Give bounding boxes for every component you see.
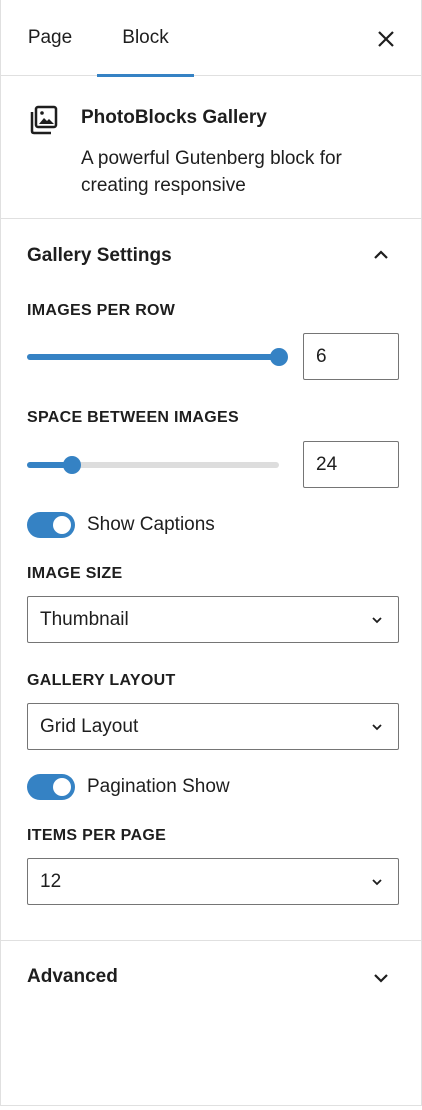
section-divider: [1, 940, 421, 941]
gallery-layout-value: Grid Layout: [40, 715, 139, 737]
gallery-settings-title[interactable]: Gallery Settings: [27, 245, 172, 267]
gallery-layout-select[interactable]: Grid Layout: [27, 703, 399, 750]
chevron-down-icon: [372, 617, 382, 624]
pagination-label: Pagination Show: [87, 776, 230, 797]
chevron-up-icon: [374, 250, 388, 259]
images-per-row-slider[interactable]: [27, 348, 288, 366]
slider-thumb[interactable]: [270, 348, 288, 366]
chevron-down-icon: [372, 724, 382, 731]
show-captions-label: Show Captions: [87, 514, 215, 535]
tab-block[interactable]: Block: [97, 0, 194, 77]
gallery-settings-toggle[interactable]: [369, 243, 393, 267]
gallery-layout-label: GALLERY LAYOUT: [27, 672, 176, 689]
images-per-row-input[interactable]: 6: [303, 333, 399, 380]
images-per-row-label: IMAGES PER ROW: [27, 302, 176, 319]
block-title: PhotoBlocks Gallery: [81, 107, 267, 128]
show-captions-toggle[interactable]: [27, 512, 75, 538]
gallery-icon: [30, 105, 60, 135]
image-size-select[interactable]: Thumbnail: [27, 596, 399, 643]
slider-fill: [27, 354, 279, 360]
chevron-down-icon: [374, 974, 388, 983]
space-between-images-input[interactable]: 24: [303, 441, 399, 488]
image-size-label: IMAGE SIZE: [27, 565, 123, 582]
advanced-toggle[interactable]: [369, 966, 393, 990]
items-per-page-label: ITEMS PER PAGE: [27, 827, 167, 844]
space-between-images-slider[interactable]: [27, 456, 279, 474]
pagination-toggle[interactable]: [27, 774, 75, 800]
close-icon: [378, 31, 394, 47]
block-card: PhotoBlocks Gallery A powerful Gutenberg…: [1, 77, 421, 219]
chevron-down-icon: [372, 879, 382, 886]
slider-thumb[interactable]: [63, 456, 81, 474]
advanced-title[interactable]: Advanced: [27, 966, 118, 988]
toggle-knob: [53, 778, 71, 796]
sidebar-tabs: Page Block: [1, 0, 421, 77]
block-settings-sidebar: Page Block PhotoBlocks Gallery A powerfu…: [0, 0, 422, 1106]
tab-page[interactable]: Page: [9, 0, 91, 76]
items-per-page-select[interactable]: 12: [27, 858, 399, 905]
toggle-knob: [53, 516, 71, 534]
items-per-page-value: 12: [40, 870, 62, 892]
block-description: A powerful Gutenberg block for creating …: [81, 148, 342, 196]
close-button[interactable]: [371, 24, 401, 54]
space-between-images-label: SPACE BETWEEN IMAGES: [27, 409, 239, 426]
image-size-value: Thumbnail: [40, 608, 129, 630]
